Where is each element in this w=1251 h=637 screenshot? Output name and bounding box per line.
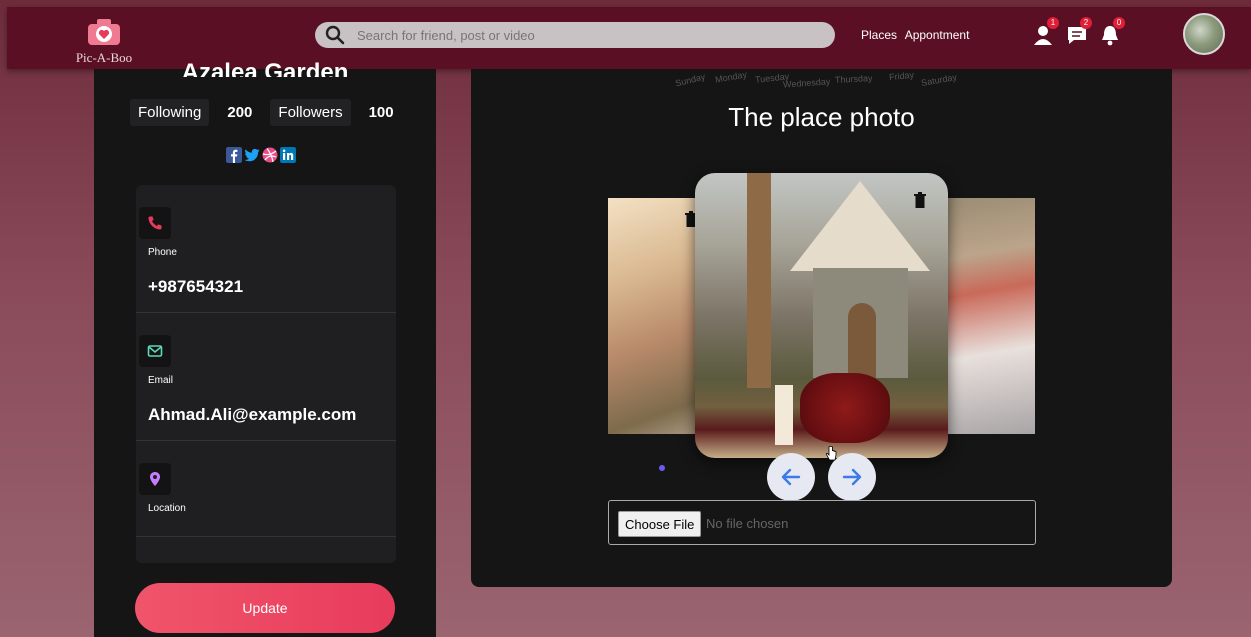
contact-card: Phone +987654321 Email Ahmad.Ali@example… (136, 185, 396, 563)
weekday-thursday: Thursday (834, 73, 873, 85)
search-bar[interactable] (315, 22, 835, 48)
friend-requests-button[interactable]: 1 (1033, 17, 1059, 47)
place-photo-panel: Sunday Monday Tuesday Wednesday Thursday… (471, 69, 1172, 587)
facebook-icon[interactable] (226, 147, 242, 163)
photo-slide-current[interactable] (695, 173, 948, 458)
search-icon (325, 25, 345, 45)
profile-name: Azalea Garden (181, 59, 349, 77)
followers-label[interactable]: Followers (270, 99, 351, 126)
weekday-monday: Monday (714, 69, 748, 85)
weekday-friday: Friday (888, 69, 915, 83)
following-count: 200 (227, 104, 253, 121)
followers-count: 100 (368, 104, 394, 121)
trash-icon[interactable] (913, 191, 927, 209)
location-icon (139, 463, 171, 495)
contact-label-location: Location (148, 503, 186, 514)
photo-pillar (747, 173, 771, 388)
nav-links: Places Appontment (861, 28, 974, 42)
contact-label-phone: Phone (148, 247, 177, 258)
contact-item-phone: Phone +987654321 (136, 185, 396, 313)
panel-title: The place photo (728, 102, 915, 132)
notifications-button[interactable]: 0 (1099, 17, 1125, 47)
search-input[interactable] (357, 25, 817, 45)
contact-value-phone: +987654321 (148, 277, 244, 296)
follow-stats: Following 200 Followers 100 (130, 99, 412, 126)
nav-link-appointment[interactable]: Appontment (905, 28, 970, 42)
camera-heart-icon (86, 17, 122, 47)
prev-photo-button[interactable] (767, 453, 815, 501)
file-upload-field[interactable]: Choose File No file chosen (608, 500, 1036, 545)
weekday-arc: Sunday Monday Tuesday Wednesday Thursday… (671, 69, 971, 89)
update-button[interactable]: Update (135, 583, 395, 633)
nav-link-places[interactable]: Places (861, 28, 897, 42)
profile-panel: Azalea Garden Following 200 Followers 10… (94, 59, 436, 637)
twitter-icon[interactable] (244, 147, 260, 163)
file-status: No file chosen (706, 516, 789, 531)
choose-file-button[interactable]: Choose File (618, 511, 702, 537)
photo-roses (800, 373, 890, 443)
avatar[interactable] (1183, 13, 1225, 55)
contact-item-location: Location (136, 441, 396, 537)
photo-house-door (848, 303, 876, 378)
following-label[interactable]: Following (130, 99, 210, 126)
mail-icon (139, 335, 171, 367)
contact-item-email: Email Ahmad.Ali@example.com (136, 313, 396, 441)
arrow-right-icon (842, 468, 862, 486)
hand-cursor-icon (825, 446, 837, 461)
weekday-sunday: Sunday (674, 71, 707, 89)
phone-icon (139, 207, 171, 239)
arrow-left-icon (781, 468, 801, 486)
weekday-wednesday: Wednesday (782, 76, 831, 90)
carousel-dot[interactable] (659, 465, 665, 471)
messages-badge: 2 (1080, 17, 1092, 29)
messages-button[interactable]: 2 (1066, 17, 1092, 47)
linkedin-icon[interactable] (280, 147, 296, 163)
photo-slide-next[interactable] (941, 198, 1035, 434)
photo-house-roof (790, 181, 930, 271)
contact-label-email: Email (148, 375, 174, 386)
contact-value-email: Ahmad.Ali@example.com (148, 405, 357, 424)
social-links (226, 147, 296, 163)
photo-candle (775, 385, 793, 445)
weekday-saturday: Saturday (920, 71, 958, 89)
dribbble-icon[interactable] (262, 147, 278, 163)
notifications-badge: 0 (1113, 17, 1125, 29)
friend-requests-badge: 1 (1047, 17, 1059, 29)
